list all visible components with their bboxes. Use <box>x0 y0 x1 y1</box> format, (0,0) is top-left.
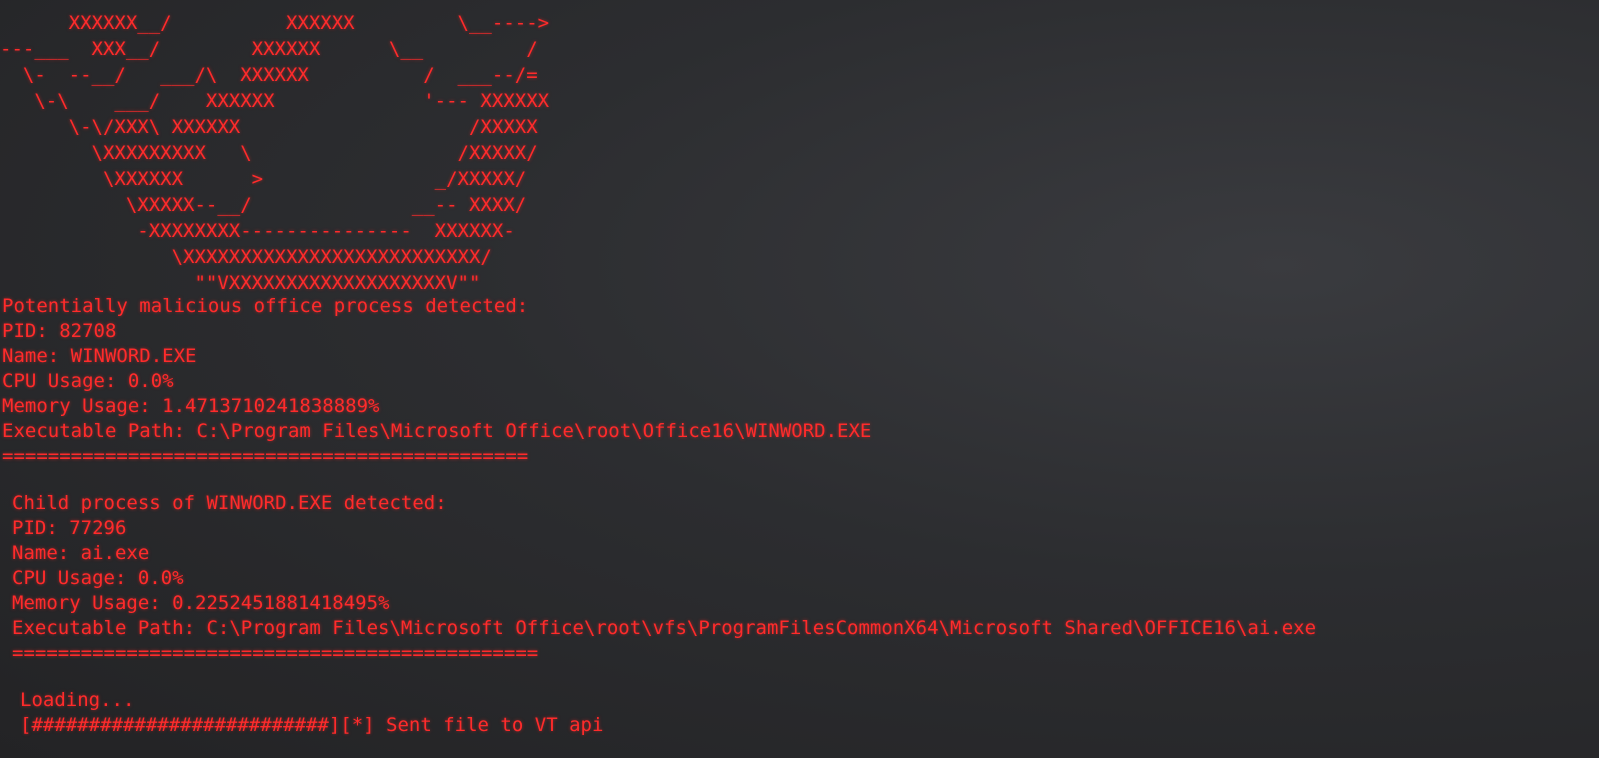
child-separator: ========================================… <box>12 642 539 664</box>
detected-process-block: Potentially malicious office process det… <box>0 294 1599 469</box>
banner-line: \XXXXXXXXX \ /XXXXX/ <box>0 142 538 164</box>
process-path: Executable Path: C:\Program Files\Micros… <box>2 420 872 442</box>
child-name: Name: ai.exe <box>12 542 150 564</box>
child-cpu: CPU Usage: 0.0% <box>12 567 184 589</box>
child-pid: PID: 77296 <box>12 517 127 539</box>
terminal-window[interactable]: XXXXXX__/ XXXXXX \__----> ---___ XXX__/ X… <box>0 10 1599 758</box>
progress-line: [##########################][*] Sent fil… <box>20 714 604 736</box>
banner-line: XXXXXX__/ XXXXXX \__----> <box>0 12 550 34</box>
ascii-art-banner: XXXXXX__/ XXXXXX \__----> ---___ XXX__/ X… <box>0 10 1599 296</box>
process-separator: ========================================… <box>2 445 529 467</box>
process-heading: Potentially malicious office process det… <box>2 295 529 317</box>
banner-line: \XXXXXX > _/XXXXX/ <box>0 168 527 190</box>
banner-line: -XXXXXXXX--------------- XXXXXX- <box>0 220 515 242</box>
banner-line: ---___ XXX__/ XXXXXX \__ / <box>0 38 538 60</box>
status-block: Loading... [##########################][… <box>0 688 1599 738</box>
loading-text: Loading... <box>20 689 135 711</box>
banner-line: \-\/XXX\ XXXXXX /XXXXX <box>0 116 538 138</box>
process-memory: Memory Usage: 1.4713710241838889% <box>2 395 380 417</box>
banner-line: \XXXXX--__/ __-- XXXX/ <box>0 194 527 216</box>
banner-line: \- --__/ ___/\ XXXXXX / ___--/= <box>0 64 538 86</box>
process-cpu: CPU Usage: 0.0% <box>2 370 174 392</box>
child-memory: Memory Usage: 0.2252451881418495% <box>12 592 390 614</box>
process-name: Name: WINWORD.EXE <box>2 345 197 367</box>
banner-line: ""VXXXXXXXXXXXXXXXXXXXV"" <box>0 272 481 294</box>
monitor-screen: XXXXXX__/ XXXXXX \__----> ---___ XXX__/ X… <box>0 0 1599 758</box>
child-path: Executable Path: C:\Program Files\Micros… <box>12 617 1317 639</box>
process-pid: PID: 82708 <box>2 320 117 342</box>
banner-line: \XXXXXXXXXXXXXXXXXXXXXXXXXX/ <box>0 246 492 268</box>
banner-line: \-\ ___/ XXXXXX '--- XXXXXX <box>0 90 550 112</box>
child-process-block: Child process of WINWORD.EXE detected: P… <box>0 491 1599 666</box>
child-heading: Child process of WINWORD.EXE detected: <box>12 492 447 514</box>
